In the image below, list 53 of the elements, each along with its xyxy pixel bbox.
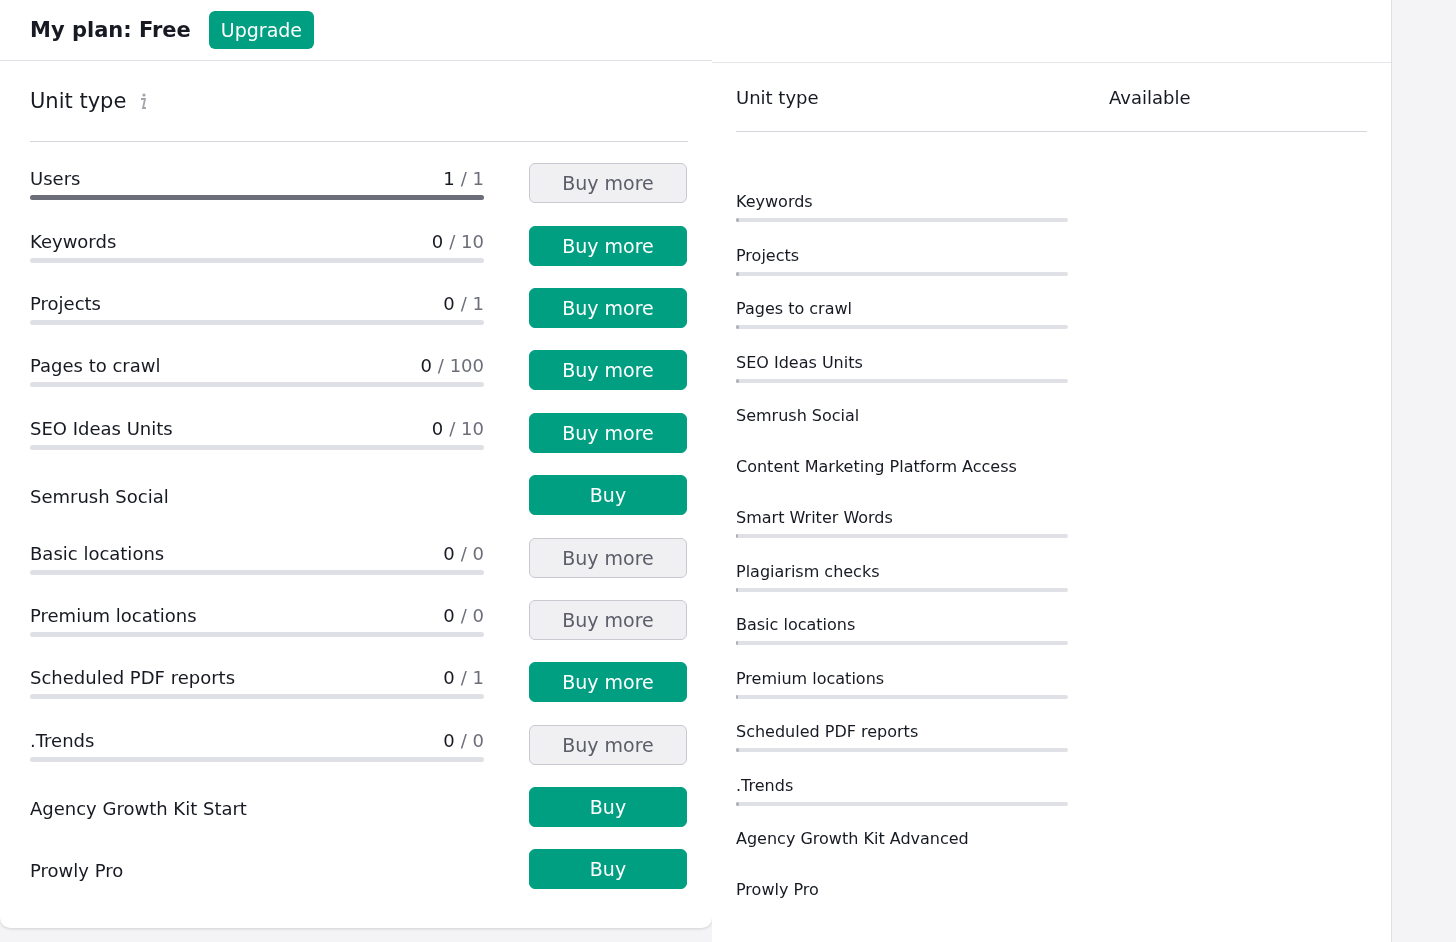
unit-name: Semrush Social [736, 406, 861, 425]
buy-more-button[interactable]: Buy more [529, 662, 687, 703]
unit-count: 0 / 1 [443, 292, 484, 314]
unit-name: Projects [736, 245, 801, 265]
unit-name: Agency Growth Kit Advanced [736, 829, 970, 848]
buy-more-button[interactable]: Buy more [529, 537, 687, 578]
buy-more-button[interactable]: Buy more [529, 412, 687, 453]
unit-name: Plagiarism checks [736, 561, 881, 581]
unit-name: Premium locations [736, 668, 886, 688]
unit-name: Keywords [736, 192, 814, 211]
unit-count: 0 / 0 [443, 542, 484, 564]
buy-button[interactable]: Buy [529, 787, 687, 828]
unit-name: Pages to crawl [30, 355, 161, 377]
buy-more-button[interactable]: Buy more [529, 225, 687, 266]
unit-count: 0 / 10 [431, 230, 484, 252]
unit-name: .Trends [736, 775, 795, 795]
unit-name: Smart Writer Words [736, 508, 894, 527]
buy-more-button[interactable]: Buy more [529, 599, 687, 640]
unit-name: Basic locations [736, 615, 857, 634]
unit-name: Premium locations [30, 604, 197, 626]
unit-count: 0 / 100 [420, 355, 484, 377]
unit-count: 0 / 0 [443, 604, 484, 626]
unit-name: Pages to crawl [736, 299, 853, 318]
unit-name: Prowly Pro [30, 860, 124, 881]
unit-name: SEO Ideas Units [736, 352, 864, 372]
info-icon[interactable] [138, 91, 149, 111]
unit-name: Scheduled PDF reports [30, 667, 235, 689]
column-heading: Unit type [30, 89, 127, 113]
buy-more-button[interactable]: Buy more [529, 163, 687, 204]
column-heading: Unit type [736, 86, 820, 108]
buy-button[interactable]: Buy [529, 849, 687, 890]
unit-name: Basic locations [30, 542, 165, 564]
unit-count: 0 / 1 [443, 667, 484, 689]
unit-name: Prowly Pro [736, 880, 820, 899]
unit-name: Keywords [30, 230, 117, 252]
unit-name: Projects [30, 292, 101, 314]
unit-name: Content Marketing Platform Access [736, 457, 1018, 476]
unit-count: 0 / 10 [431, 417, 484, 439]
unit-name: Scheduled PDF reports [736, 722, 920, 741]
unit-name: Agency Growth Kit Start [30, 797, 247, 819]
column-heading: Available [1109, 86, 1192, 108]
unit-name: SEO Ideas Units [30, 417, 173, 439]
buy-more-button[interactable]: Buy more [529, 350, 687, 391]
unit-count: 1 / 1 [443, 168, 484, 190]
buy-more-button[interactable]: Buy more [529, 287, 687, 328]
unit-count: 0 / 0 [443, 729, 484, 751]
unit-name: Users [30, 168, 81, 190]
unit-name: Semrush Social [30, 485, 169, 507]
buy-button[interactable]: Buy [529, 475, 687, 516]
upgrade-button[interactable]: Upgrade [208, 11, 315, 49]
plan-title: My plan: Free [30, 18, 191, 42]
buy-more-button[interactable]: Buy more [529, 724, 687, 765]
unit-name: .Trends [30, 729, 95, 751]
